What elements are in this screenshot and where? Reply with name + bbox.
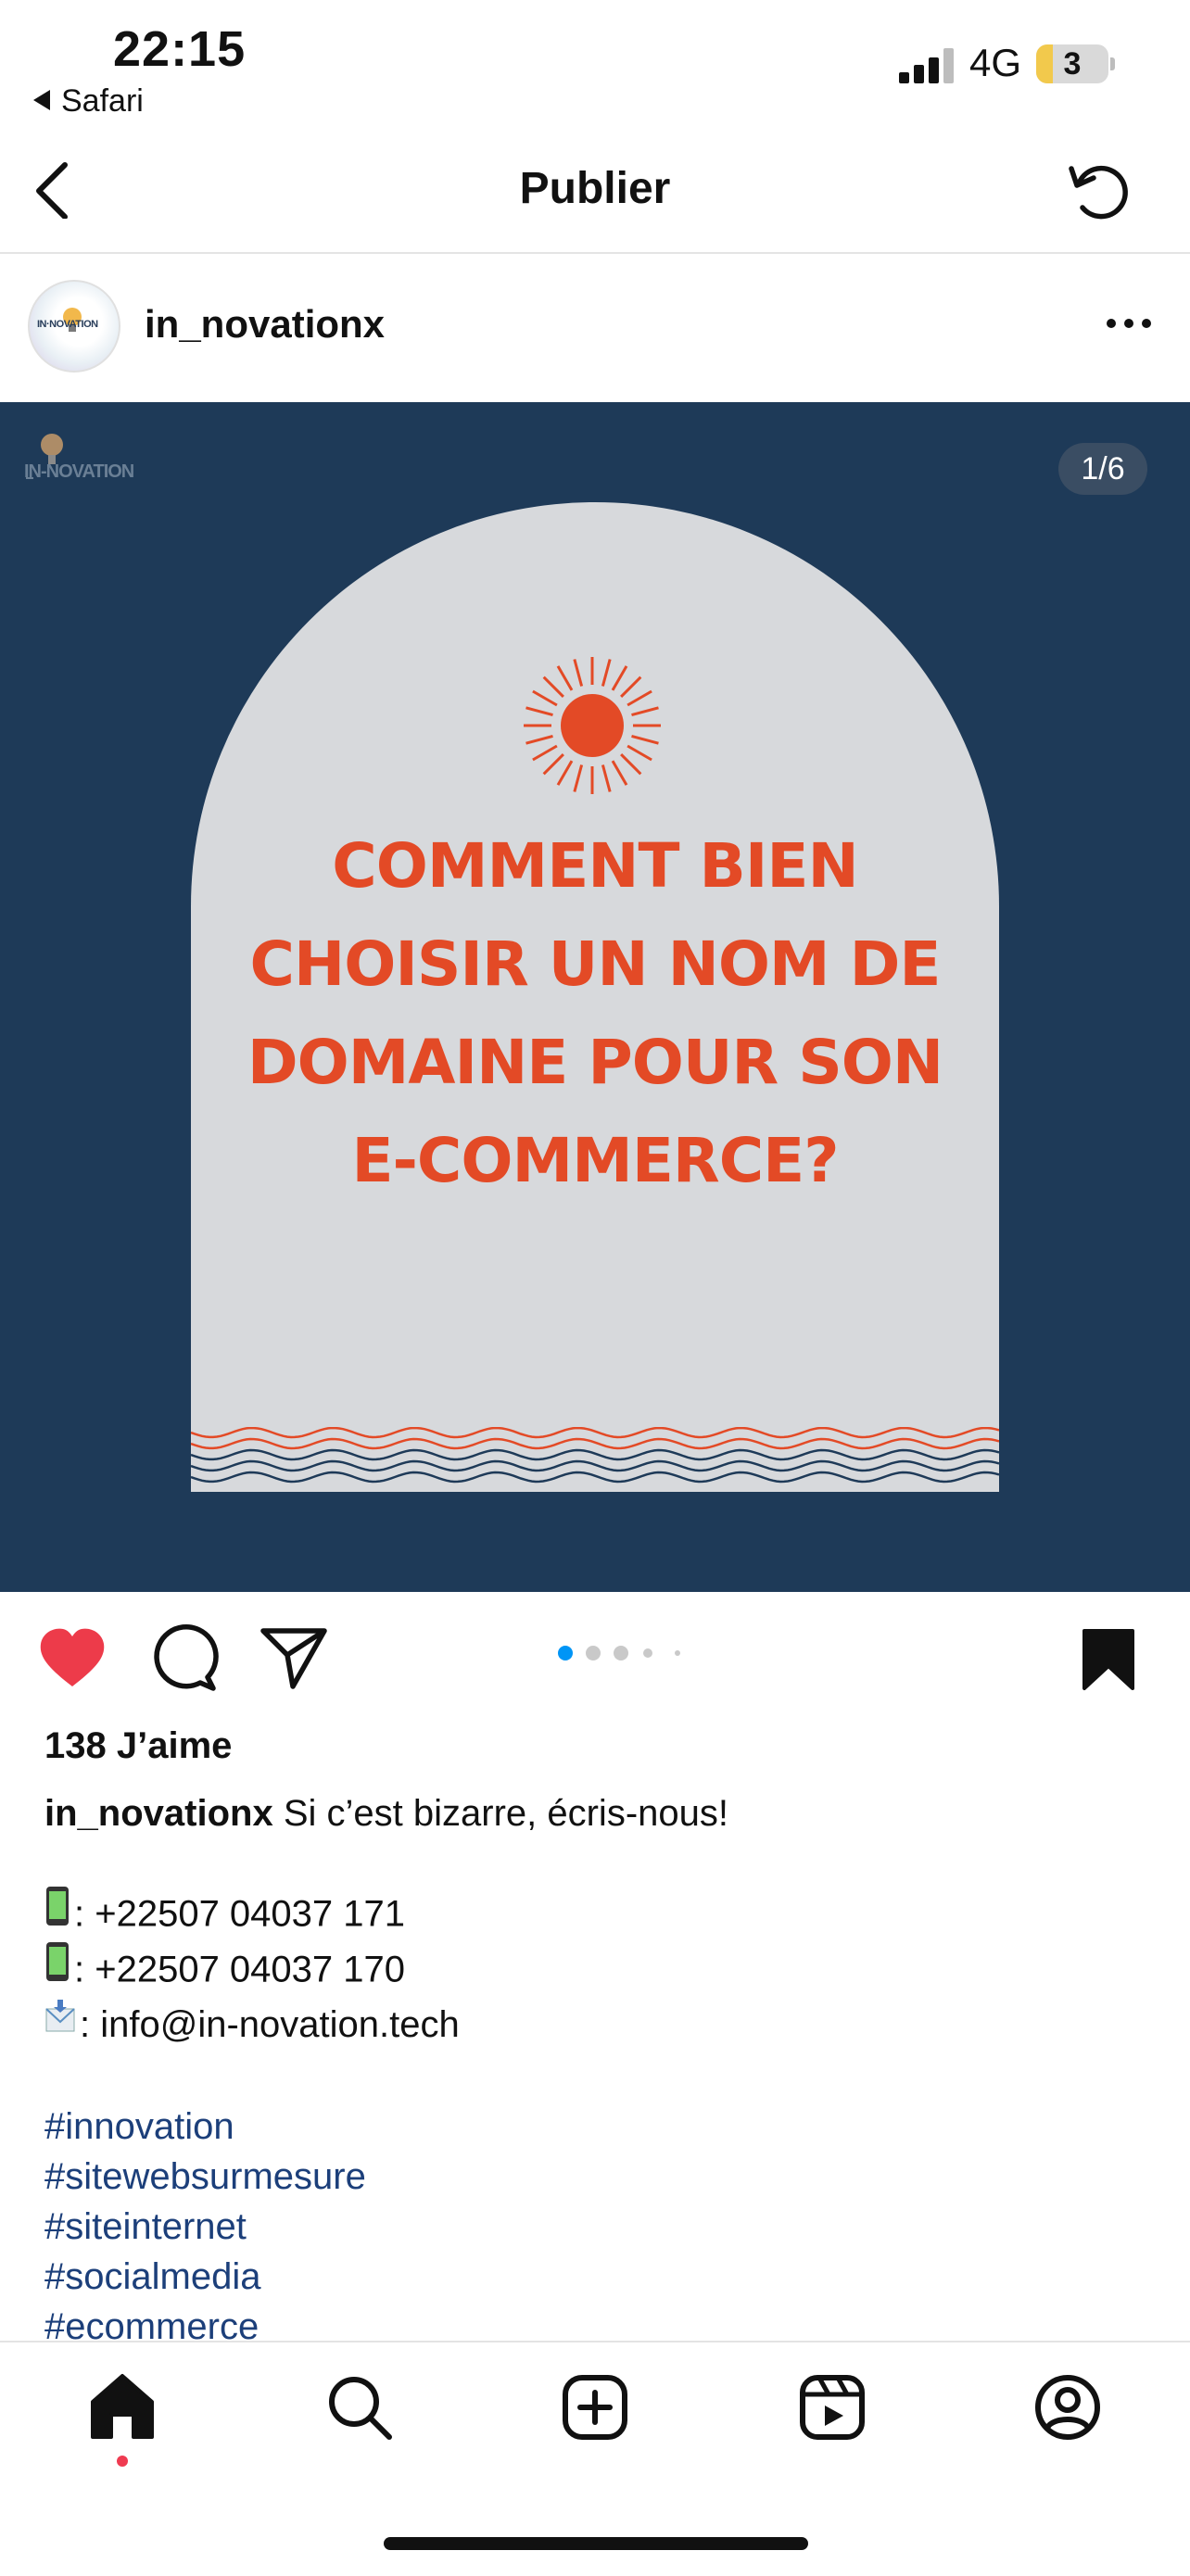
home-indicator <box>384 2537 808 2550</box>
carousel-dot <box>643 1648 652 1658</box>
more-button[interactable] <box>1103 313 1155 332</box>
refresh-icon <box>1069 165 1128 220</box>
tab-create[interactable] <box>560 2372 630 2443</box>
comment-icon <box>154 1623 219 1691</box>
create-icon <box>563 2375 627 2440</box>
share-button[interactable] <box>260 1625 330 1690</box>
active-tab-indicator <box>117 2456 128 2467</box>
hashtag[interactable]: #sitewebsurmesure <box>44 2152 1157 2202</box>
hashtag[interactable]: #siteinternet <box>44 2202 1157 2252</box>
share-icon <box>260 1628 327 1689</box>
carousel-dot <box>675 1650 680 1656</box>
comment-button[interactable] <box>148 1623 219 1694</box>
carousel-dot <box>586 1646 601 1661</box>
caption-text: Si c’est bizarre, écris-nous! <box>283 1793 728 1834</box>
sun-icon <box>524 657 661 794</box>
back-app-label: Safari <box>61 83 144 119</box>
envelope-icon <box>44 1998 76 2048</box>
back-triangle-icon <box>33 90 50 111</box>
wave-decoration <box>191 1427 999 1484</box>
bookmark-icon <box>1082 1629 1134 1690</box>
page-title: Publier <box>519 164 671 213</box>
tab-profile[interactable] <box>1032 2372 1103 2443</box>
headline-line: E-COMMERCE? <box>351 1125 839 1196</box>
headline-line: DOMAINE POUR SON <box>247 1027 943 1098</box>
network-label: 4G <box>969 41 1022 84</box>
headline-line: CHOISIR UN NOM DE <box>249 928 942 1000</box>
status-time: 22:15 <box>113 21 247 77</box>
tab-home[interactable] <box>87 2372 158 2443</box>
hashtag[interactable]: #innovation <box>44 2102 1157 2152</box>
likes-count[interactable]: 138 J’aime <box>44 1725 232 1767</box>
search-icon <box>329 2377 392 2440</box>
post-username[interactable]: in_novationx <box>145 302 385 347</box>
signal-icon <box>899 48 956 83</box>
battery-tip <box>1110 57 1115 70</box>
tab-reels[interactable] <box>797 2372 867 2443</box>
save-button[interactable] <box>1081 1627 1136 1692</box>
like-button[interactable] <box>37 1627 108 1690</box>
carousel-dot <box>614 1646 628 1661</box>
carousel-dot <box>558 1646 573 1661</box>
image-counter: 1/6 <box>1058 443 1147 495</box>
phone-number-2: : +22507 04037 170 <box>74 1949 406 1990</box>
profile-icon <box>1035 2375 1100 2440</box>
avatar-logo-text: IN·NOVATION <box>37 319 98 330</box>
post-caption: in_novationx Si c’est bizarre, écris-nou… <box>44 1788 1157 2352</box>
carousel-indicator <box>556 1644 686 1662</box>
avatar[interactable]: IN·NOVATION <box>28 280 120 373</box>
brand-logo-text: IN-NOVATION <box>24 461 134 482</box>
header-divider <box>0 252 1190 254</box>
caption-username[interactable]: in_novationx <box>44 1793 273 1834</box>
hashtag[interactable]: #socialmedia <box>44 2252 1157 2302</box>
reels-icon <box>800 2375 865 2440</box>
phone-number-1: : +22507 04037 171 <box>74 1893 406 1935</box>
headline-line: COMMENT BIEN <box>332 830 858 902</box>
heart-icon <box>40 1628 105 1686</box>
mobile-phone-icon <box>44 1885 70 1940</box>
email-address: : info@in-novation.tech <box>80 2004 460 2045</box>
tab-search[interactable] <box>324 2372 395 2443</box>
home-icon <box>91 2374 154 2439</box>
mobile-phone-icon <box>44 1940 70 1996</box>
refresh-button[interactable] <box>1064 156 1134 226</box>
back-to-safari[interactable]: Safari <box>33 83 144 120</box>
image-headline: COMMENT BIEN CHOISIR UN NOM DE DOMAINE P… <box>191 817 999 1210</box>
battery-level: 3 <box>1063 46 1082 82</box>
battery-icon: 3 <box>1036 44 1108 83</box>
